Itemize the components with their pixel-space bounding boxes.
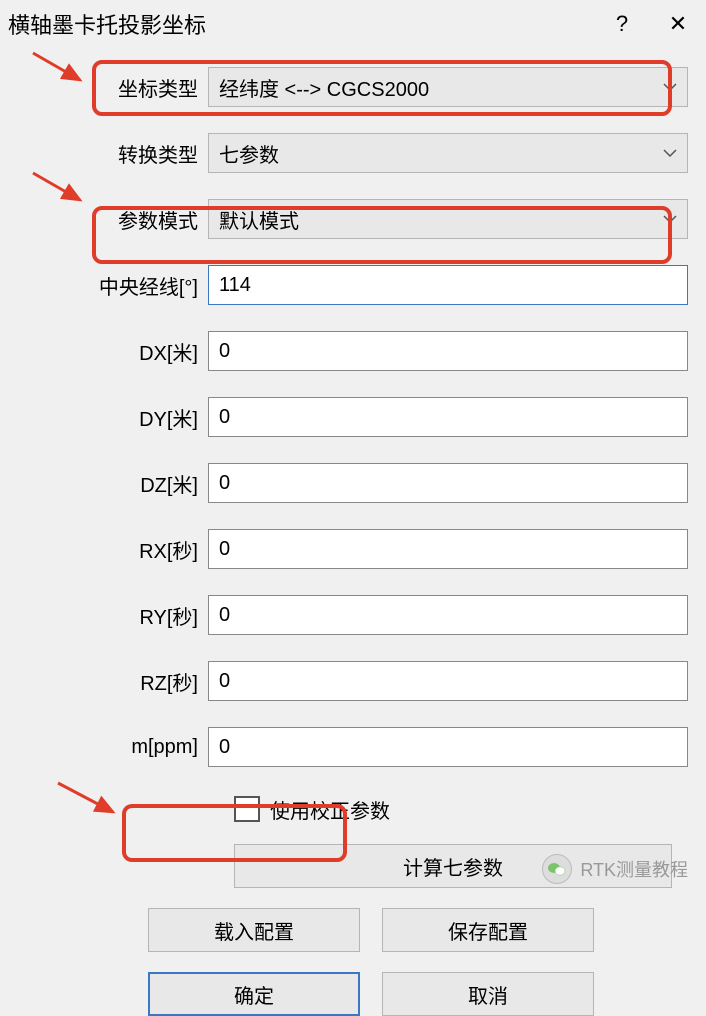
select-coord-type[interactable]: 经纬度 <--> CGCS2000 — [208, 67, 688, 107]
chevron-down-icon — [663, 149, 677, 157]
select-trans-type[interactable]: 七参数 — [208, 133, 688, 173]
watermark: RTK测量教程 — [542, 854, 688, 884]
row-dy: DY[米] — [18, 396, 688, 438]
chevron-down-icon — [663, 83, 677, 91]
row-dz: DZ[米] — [18, 462, 688, 504]
label-use-correction: 使用校正参数 — [270, 795, 390, 824]
calc-button-label: 计算七参数 — [403, 852, 503, 881]
row-trans-type: 转换类型 七参数 — [18, 132, 688, 174]
help-button[interactable]: ? — [594, 4, 650, 44]
checkbox-use-correction[interactable] — [234, 796, 260, 822]
label-ry: RY[秒] — [18, 601, 208, 630]
label-central-meridian: 中央经线[°] — [18, 271, 208, 300]
wechat-icon — [542, 854, 572, 884]
title-bar: 横轴墨卡托投影坐标 ? ✕ — [0, 0, 706, 48]
cancel-button-label: 取消 — [468, 980, 508, 1009]
row-rx: RX[秒] — [18, 528, 688, 570]
label-dy: DY[米] — [18, 403, 208, 432]
label-param-mode: 参数模式 — [18, 205, 208, 234]
row-dx: DX[米] — [18, 330, 688, 372]
input-rx[interactable] — [208, 529, 688, 569]
chevron-down-icon — [663, 215, 677, 223]
row-param-mode: 参数模式 默认模式 — [18, 198, 688, 240]
select-param-mode-value: 默认模式 — [219, 205, 299, 234]
close-button[interactable]: ✕ — [650, 4, 706, 44]
ok-button-label: 确定 — [234, 980, 274, 1009]
label-m: m[ppm] — [18, 736, 208, 759]
input-dz[interactable] — [208, 463, 688, 503]
close-icon: ✕ — [669, 11, 687, 37]
label-dz: DZ[米] — [18, 469, 208, 498]
label-rz: RZ[秒] — [18, 667, 208, 696]
select-param-mode[interactable]: 默认模式 — [208, 199, 688, 239]
row-coord-type: 坐标类型 经纬度 <--> CGCS2000 — [18, 66, 688, 108]
input-ry[interactable] — [208, 595, 688, 635]
label-trans-type: 转换类型 — [18, 139, 208, 168]
dialog-button-row: 确定 取消 — [148, 972, 688, 1016]
load-button-label: 载入配置 — [214, 916, 294, 945]
watermark-text: RTK测量教程 — [580, 856, 688, 882]
input-dy[interactable] — [208, 397, 688, 437]
save-config-button[interactable]: 保存配置 — [382, 908, 594, 952]
save-button-label: 保存配置 — [448, 916, 528, 945]
input-m[interactable] — [208, 727, 688, 767]
input-central-meridian[interactable] — [208, 265, 688, 305]
input-rz[interactable] — [208, 661, 688, 701]
row-rz: RZ[秒] — [18, 660, 688, 702]
label-dx: DX[米] — [18, 337, 208, 366]
row-m: m[ppm] — [18, 726, 688, 768]
window-title: 横轴墨卡托投影坐标 — [8, 8, 594, 40]
row-central-meridian: 中央经线[°] — [18, 264, 688, 306]
input-dx[interactable] — [208, 331, 688, 371]
cancel-button[interactable]: 取消 — [382, 972, 594, 1016]
label-coord-type: 坐标类型 — [18, 73, 208, 102]
load-config-button[interactable]: 载入配置 — [148, 908, 360, 952]
select-trans-type-value: 七参数 — [219, 139, 279, 168]
ok-button[interactable]: 确定 — [148, 972, 360, 1016]
label-rx: RX[秒] — [18, 535, 208, 564]
row-ry: RY[秒] — [18, 594, 688, 636]
row-use-correction: 使用校正参数 — [234, 792, 688, 826]
config-button-row: 载入配置 保存配置 — [148, 908, 688, 952]
select-coord-type-value: 经纬度 <--> CGCS2000 — [219, 73, 429, 102]
